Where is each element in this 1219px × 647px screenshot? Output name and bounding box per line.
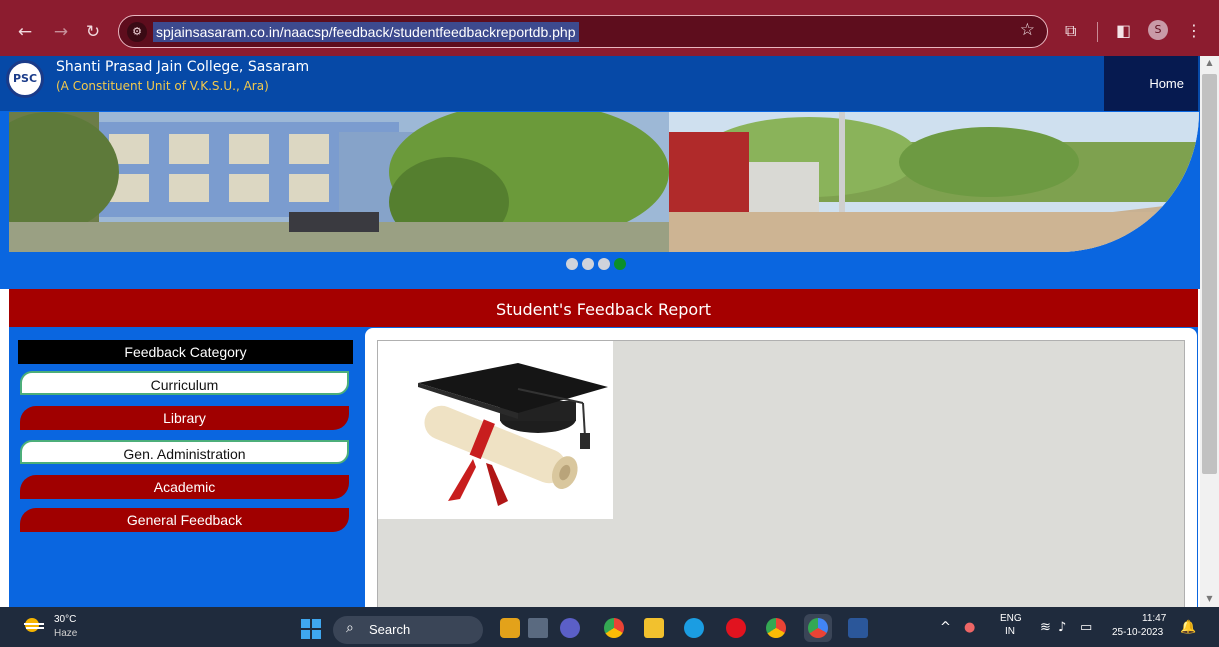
scroll-down-icon[interactable]: ▼ (1200, 594, 1219, 603)
reload-icon[interactable]: ↻ (82, 21, 104, 43)
carousel-dot-active[interactable] (614, 258, 626, 270)
word-app-icon[interactable] (844, 614, 872, 642)
edge-app-icon[interactable] (680, 614, 708, 642)
file-explorer-icon[interactable] (640, 614, 668, 642)
back-icon[interactable]: ← (14, 21, 36, 43)
language-indicator-bottom[interactable]: IN (1005, 626, 1015, 637)
chrome-app-icon[interactable] (600, 614, 628, 642)
clock-date[interactable]: 25-10-2023 (1112, 627, 1163, 638)
chrome-active-app-icon[interactable] (804, 614, 832, 642)
weather-temperature[interactable]: 30°C (54, 614, 76, 625)
windows-start-icon[interactable] (301, 619, 321, 639)
chrome-profile-app-icon[interactable] (762, 614, 790, 642)
search-icon: ⌕ (346, 620, 354, 636)
meet-app-icon[interactable] (556, 614, 584, 642)
task-view-icon[interactable] (524, 614, 552, 642)
address-bar[interactable]: ⚙ spjainsasaram.co.in/naacsp/feedback/st… (118, 15, 1048, 48)
scroll-up-icon[interactable]: ▲ (1200, 58, 1219, 67)
category-academic-button[interactable]: Academic (20, 475, 349, 499)
category-curriculum-button[interactable]: Curriculum (20, 371, 349, 395)
college-subtitle: (A Constituent Unit of V.K.S.U., Ara) (56, 79, 269, 93)
bookmark-star-icon[interactable]: ☆ (1020, 20, 1035, 40)
browser-toolbar: ← → ↻ ⚙ spjainsasaram.co.in/naacsp/feedb… (0, 0, 1219, 56)
graduation-cap-image (378, 341, 613, 519)
show-hidden-icons-chevron-icon[interactable]: ^ (940, 620, 951, 635)
notifications-bell-icon[interactable]: 🔔 (1180, 620, 1196, 635)
clock-time[interactable]: 11:47 (1142, 613, 1166, 624)
college-logo[interactable]: PSC (6, 60, 44, 98)
side-panel-icon[interactable]: ◧ (1116, 20, 1131, 42)
carousel-dot[interactable] (582, 258, 594, 270)
security-tray-icon[interactable]: ● (964, 620, 975, 635)
menu-kebab-icon[interactable]: ⋮ (1186, 20, 1202, 42)
profile-avatar[interactable]: S (1148, 20, 1168, 40)
scroll-thumb[interactable] (1202, 74, 1217, 474)
url-text[interactable]: spjainsasaram.co.in/naacsp/feedback/stud… (153, 22, 579, 42)
taskbar-search[interactable]: ⌕ Search (333, 616, 483, 644)
carousel-dot[interactable] (566, 258, 578, 270)
category-general-feedback-button[interactable]: General Feedback (20, 508, 349, 532)
weather-condition[interactable]: Haze (54, 628, 77, 639)
carousel-dot[interactable] (598, 258, 610, 270)
weather-haze-icon[interactable] (22, 617, 46, 633)
extensions-icon[interactable]: ⧉ (1065, 20, 1076, 42)
battery-icon[interactable]: ▭ (1080, 620, 1092, 635)
toolbar-divider (1097, 22, 1098, 42)
carousel-indicators (566, 255, 630, 270)
banner-photo (9, 112, 1199, 252)
feedback-category-header: Feedback Category (18, 340, 353, 364)
widgets-app-icon[interactable] (496, 614, 524, 642)
college-name: Shanti Prasad Jain College, Sasaram (56, 59, 310, 75)
search-label: Search (369, 622, 411, 637)
category-library-button[interactable]: Library (20, 406, 349, 430)
site-info-icon[interactable]: ⚙ (127, 22, 147, 42)
opera-app-icon[interactable] (722, 614, 750, 642)
category-gen-administration-button[interactable]: Gen. Administration (20, 440, 349, 464)
volume-icon[interactable]: ♪ (1058, 620, 1066, 635)
language-indicator-top[interactable]: ENG (1000, 613, 1022, 624)
page-scrollbar[interactable]: ▲ ▼ (1200, 56, 1219, 607)
home-nav-link[interactable]: Home (1104, 56, 1198, 111)
forward-icon[interactable]: → (50, 21, 72, 43)
wifi-icon[interactable]: ≋ (1040, 620, 1051, 635)
page-title: Student's Feedback Report (9, 289, 1198, 327)
